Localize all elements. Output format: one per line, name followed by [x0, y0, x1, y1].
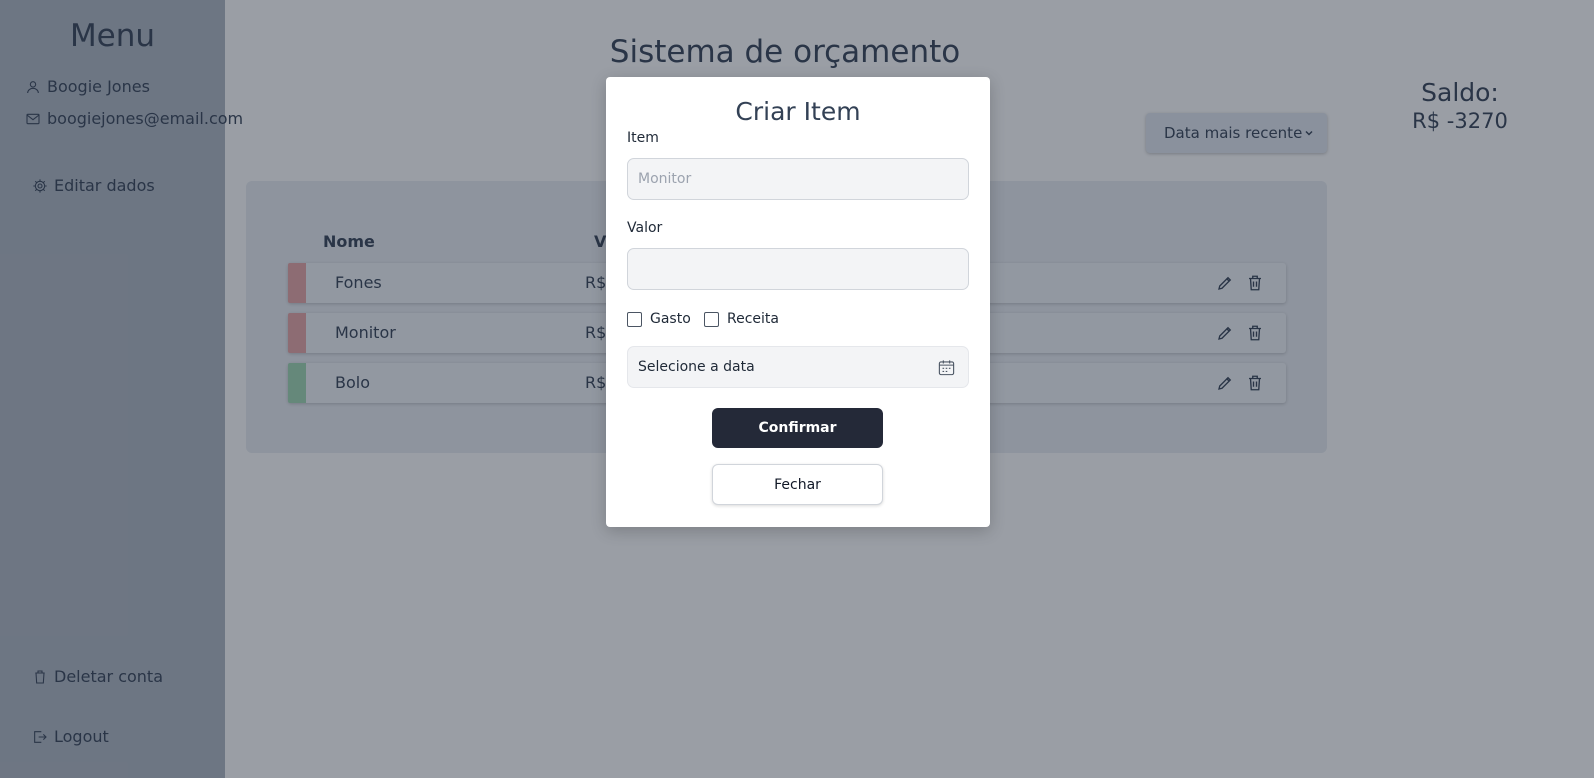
gasto-label: Gasto [650, 311, 691, 327]
gasto-checkbox-box[interactable] [627, 311, 642, 327]
valor-input[interactable] [627, 248, 969, 290]
item-label: Item [627, 130, 659, 146]
calendar-icon[interactable] [937, 358, 956, 377]
receita-label: Receita [727, 311, 779, 327]
create-item-modal: Criar Item Item Valor Gasto Receita Sele… [606, 77, 990, 527]
close-button[interactable]: Fechar [712, 464, 883, 505]
modal-title: Criar Item [735, 97, 861, 126]
date-placeholder: Selecione a data [638, 359, 755, 375]
receita-checkbox-box[interactable] [704, 311, 719, 327]
confirm-button[interactable]: Confirmar [712, 408, 883, 448]
item-input[interactable] [627, 158, 969, 200]
receita-checkbox[interactable]: Receita [704, 311, 779, 327]
valor-label: Valor [627, 220, 663, 236]
date-picker[interactable]: Selecione a data [627, 346, 969, 388]
gasto-checkbox[interactable]: Gasto [627, 311, 691, 327]
